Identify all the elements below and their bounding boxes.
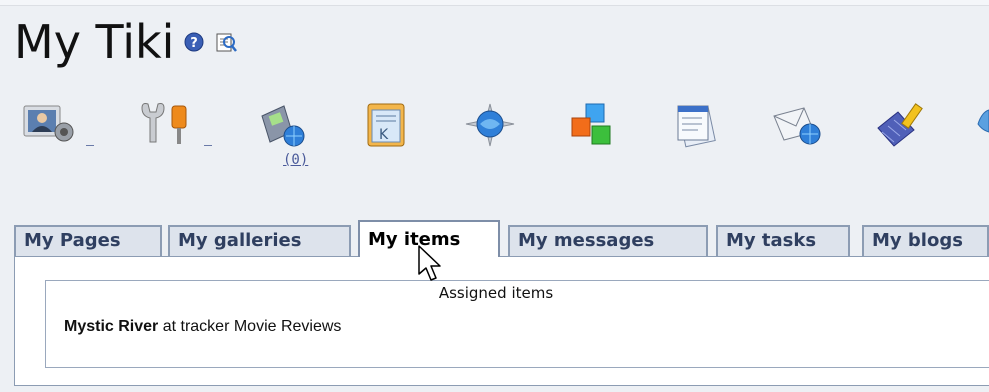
modules-icon[interactable] <box>566 102 646 182</box>
notepad-icon[interactable]: K <box>362 102 442 182</box>
mobile-notifications-icon[interactable] <box>254 102 334 182</box>
tab-my-messages[interactable]: My messages <box>508 225 708 256</box>
partial-icon[interactable] <box>976 102 989 182</box>
notification-count-link[interactable]: (0) <box>283 152 308 168</box>
webmail-icon[interactable] <box>462 102 542 182</box>
tab-my-pages[interactable]: My Pages <box>14 225 162 256</box>
tab-my-tasks[interactable]: My tasks <box>716 225 850 256</box>
edit-page-icon[interactable] <box>214 30 238 54</box>
mytiki-toolbar: (0) K <box>18 102 989 182</box>
assigned-item[interactable]: Mystic River at tracker Movie Reviews <box>64 318 341 336</box>
assigned-items-box: Assigned items Mystic River at tracker M… <box>45 280 989 368</box>
svg-text:K: K <box>379 127 389 143</box>
user-files-icon[interactable] <box>668 102 748 182</box>
tab-bar: My Pages My galleries My items My messag… <box>14 220 989 257</box>
item-tracker-text: at tracker Movie Reviews <box>158 318 342 335</box>
svg-text:?: ? <box>191 36 199 51</box>
tab-my-galleries[interactable]: My galleries <box>168 225 351 256</box>
help-icon[interactable]: ? <box>184 32 204 52</box>
title-row: My Tiki ? <box>14 14 238 70</box>
box-heading: Assigned items <box>438 284 554 302</box>
tasks-icon[interactable] <box>874 102 954 182</box>
item-name[interactable]: Mystic River <box>64 318 158 335</box>
top-strip <box>0 0 989 6</box>
tab-my-blogs[interactable]: My blogs <box>862 225 989 256</box>
user-preferences-icon[interactable] <box>18 102 98 182</box>
messages-icon[interactable] <box>770 102 850 182</box>
mouse-cursor-icon <box>417 244 443 288</box>
admin-tools-icon[interactable] <box>136 102 216 182</box>
tab-panel: Assigned items Mystic River at tracker M… <box>14 256 989 386</box>
page-title: My Tiki <box>14 15 175 69</box>
